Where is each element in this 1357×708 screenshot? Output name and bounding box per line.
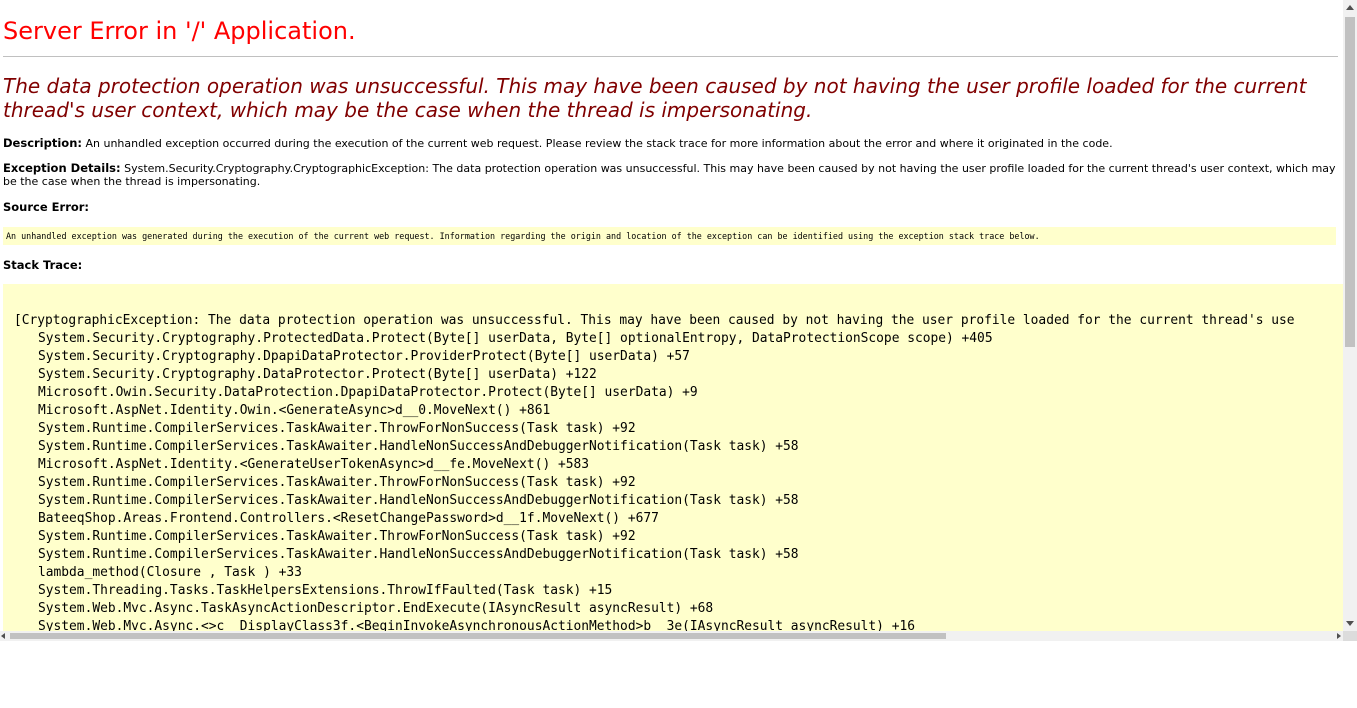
- page-viewport: Server Error in '/' Application. The dat…: [0, 0, 1343, 631]
- stack-frame: Microsoft.Owin.Security.DataProtection.D…: [38, 385, 698, 400]
- stack-frame: BateeqShop.Areas.Frontend.Controllers.<R…: [38, 511, 659, 526]
- stack-trace-box[interactable]: [CryptographicException: The data protec…: [3, 284, 1343, 631]
- stack-frame: System.Web.Mvc.Async.<>c__DisplayClass3f…: [38, 619, 915, 631]
- title-divider: [3, 56, 1338, 57]
- stack-trace-head: [CryptographicException: The data protec…: [14, 313, 1295, 328]
- exception-details-label: Exception Details:: [3, 161, 121, 175]
- stack-frame: System.Runtime.CompilerServices.TaskAwai…: [38, 547, 799, 562]
- stack-trace-label: Stack Trace:: [3, 258, 83, 272]
- source-error-text: An unhandled exception was generated dur…: [6, 231, 1040, 241]
- arrow-left-icon[interactable]: [1, 633, 5, 639]
- arrow-right-icon[interactable]: [1337, 633, 1341, 639]
- stack-frame: System.Runtime.CompilerServices.TaskAwai…: [38, 421, 636, 436]
- horizontal-scroll-thumb[interactable]: [10, 633, 946, 639]
- description-text: An unhandled exception occurred during t…: [81, 137, 1113, 150]
- stack-frame: System.Security.Cryptography.DpapiDataPr…: [38, 349, 690, 364]
- page-title: Server Error in '/' Application.: [3, 17, 356, 45]
- vertical-scrollbar[interactable]: [1343, 0, 1357, 631]
- description-label: Description:: [3, 136, 82, 150]
- description-paragraph: Description: An unhandled exception occu…: [3, 136, 1338, 151]
- exception-details-text: System.Security.Cryptography.Cryptograph…: [3, 162, 1336, 188]
- arrow-down-icon[interactable]: [1346, 621, 1354, 626]
- stack-frame: System.Security.Cryptography.DataProtect…: [38, 367, 597, 382]
- source-error-paragraph: Source Error:: [3, 201, 1338, 214]
- stack-frame: Microsoft.AspNet.Identity.Owin.<Generate…: [38, 403, 551, 418]
- stack-frame: lambda_method(Closure , Task ) +33: [38, 565, 302, 580]
- error-message: The data protection operation was unsucc…: [3, 74, 1307, 122]
- stack-trace-code: [CryptographicException: The data protec…: [3, 284, 1343, 631]
- stack-frame: System.Runtime.CompilerServices.TaskAwai…: [38, 475, 636, 490]
- stack-frame: System.Runtime.CompilerServices.TaskAwai…: [38, 529, 636, 544]
- vertical-scroll-thumb[interactable]: [1345, 17, 1355, 347]
- exception-details-paragraph: Exception Details: System.Security.Crypt…: [3, 161, 1338, 189]
- stack-trace-paragraph: Stack Trace:: [3, 259, 1338, 272]
- source-error-label: Source Error:: [3, 200, 90, 214]
- stack-frame: System.Runtime.CompilerServices.TaskAwai…: [38, 493, 799, 508]
- stack-frame: System.Security.Cryptography.ProtectedDa…: [38, 331, 993, 346]
- stack-frame: System.Threading.Tasks.TaskHelpersExtens…: [38, 583, 613, 598]
- stack-frame: System.Runtime.CompilerServices.TaskAwai…: [38, 439, 799, 454]
- source-error-box: An unhandled exception was generated dur…: [3, 227, 1336, 245]
- horizontal-scrollbar[interactable]: [0, 631, 1343, 641]
- stack-frame: Microsoft.AspNet.Identity.<GenerateUserT…: [38, 457, 590, 472]
- blank-area: [0, 641, 1357, 708]
- stack-frame: System.Web.Mvc.Async.TaskAsyncActionDesc…: [38, 601, 714, 616]
- scrollbar-corner: [1343, 631, 1357, 641]
- arrow-up-icon[interactable]: [1346, 5, 1354, 10]
